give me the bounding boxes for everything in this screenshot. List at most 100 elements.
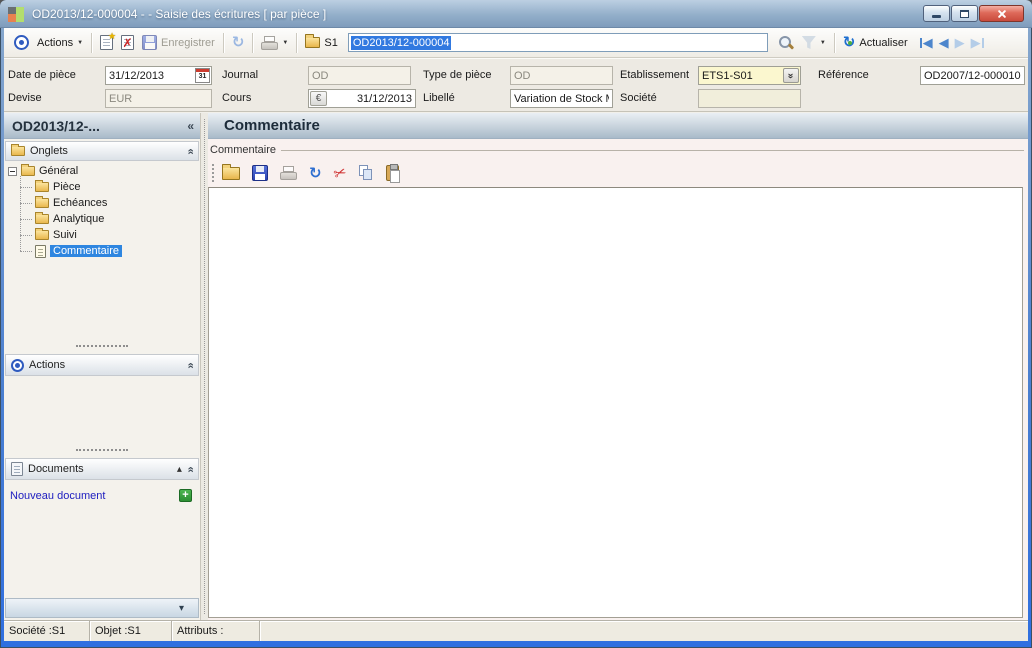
nav-first-button[interactable]: ◀ [919, 35, 933, 51]
onglets-label: Onglets [30, 145, 68, 157]
arrow-down-icon: ▾ [178, 602, 184, 614]
groupbox-legend: Commentaire [208, 139, 1028, 156]
section-onglets-header[interactable]: Onglets « [5, 141, 199, 161]
open-icon[interactable] [222, 163, 240, 180]
main-panel: Commentaire Commentaire ↻ ✂ [208, 113, 1028, 620]
folder-icon [305, 34, 321, 48]
new-button[interactable]: ★ [96, 31, 117, 52]
nav-next-icon: ▶ [954, 34, 965, 50]
printer-icon[interactable] [280, 166, 297, 180]
new-document-icon: ★ [100, 31, 116, 50]
folder-icon [35, 212, 49, 224]
status-empty [260, 621, 1028, 641]
reference-label: Référence [818, 69, 869, 81]
home-button[interactable] [10, 33, 33, 52]
documents-section-label: Documents [28, 463, 84, 475]
refresh-icon: ↻ [231, 34, 245, 51]
main-toolbar: Actions ▼ ★ ✗ Enregistrer ↻ ▼ S1 OD2013/… [4, 28, 1028, 58]
euro-icon[interactable]: € [310, 91, 327, 106]
folder-icon [35, 228, 49, 240]
minimize-button[interactable] [923, 5, 950, 22]
commentaire-groupbox: Commentaire ↻ ✂ [208, 139, 1028, 620]
journal-input: OD [308, 66, 411, 85]
window-content: Actions ▼ ★ ✗ Enregistrer ↻ ▼ S1 OD2013/… [4, 28, 1028, 641]
date-piece-input[interactable]: 31/12/2013 31 [105, 66, 212, 85]
folder-icon [11, 144, 25, 156]
maximize-button[interactable] [951, 5, 978, 22]
document-code-value: OD2013/12-000004 [350, 35, 452, 50]
sidebar-scroll-down[interactable]: ▾ [5, 598, 199, 618]
etablissement-combo[interactable]: ETS1-S01 « [698, 66, 801, 85]
save-icon [142, 35, 158, 50]
actions-menu-button[interactable]: Actions ▼ [33, 35, 87, 51]
chevron-down-icon: ▼ [77, 39, 84, 46]
combo-dropdown-button[interactable]: « [783, 68, 799, 83]
calendar-icon[interactable]: 31 [195, 68, 210, 83]
nav-last-icon: ▶ [970, 34, 981, 50]
tree-node-echeances[interactable]: Echéances [20, 195, 198, 211]
refresh-button[interactable]: ↻ [228, 33, 249, 52]
folder-icon [35, 196, 49, 208]
new-document-row: Nouveau document + [10, 489, 192, 502]
type-piece-input: OD [510, 66, 613, 85]
save-icon[interactable] [252, 165, 268, 181]
maximize-icon [960, 9, 969, 18]
save-button[interactable]: Enregistrer [138, 33, 219, 52]
separator [222, 32, 224, 53]
actualiser-button[interactable]: ↻ Actualiser [839, 33, 912, 52]
delete-button[interactable]: ✗ [117, 33, 138, 52]
nav-next-button[interactable]: ▶ [955, 35, 965, 51]
cours-input[interactable]: € 31/12/2013 [308, 89, 416, 108]
status-attributs: Attributs : [172, 621, 260, 641]
nav-last-button[interactable]: ▶ [971, 35, 984, 51]
target-icon [14, 35, 29, 50]
tree-node-commentaire[interactable]: Commentaire [20, 243, 198, 259]
app-window: OD2013/12-000004 - - Saisie des écriture… [0, 0, 1032, 648]
separator [252, 32, 254, 53]
filter-button[interactable]: ▼ [798, 34, 830, 51]
workspace: OD2013/12-... « Onglets « Général Pièce … [4, 113, 1028, 620]
app-icon [8, 6, 25, 22]
search-icon [778, 35, 794, 51]
section-actions-header[interactable]: Actions « [5, 354, 199, 376]
libelle-input[interactable]: Variation de Stock M [510, 89, 613, 108]
tree-node-label-selected: Commentaire [50, 245, 123, 257]
print-button[interactable]: ▼ [257, 34, 292, 52]
tree-node-analytique[interactable]: Analytique [20, 211, 198, 227]
paste-icon[interactable] [386, 164, 401, 183]
search-button[interactable] [774, 33, 798, 53]
societe-input[interactable] [698, 89, 801, 108]
cut-icon[interactable]: ✂ [331, 163, 349, 183]
section-splitter[interactable] [4, 345, 200, 347]
reference-input[interactable]: OD2007/12-000010 [920, 66, 1025, 85]
separator [833, 32, 835, 53]
section-documents-header[interactable]: Documents ▴ « [5, 458, 199, 480]
societe-label: Société [620, 92, 657, 104]
section-splitter[interactable] [4, 449, 200, 451]
chevron-down-icon: ▼ [282, 39, 289, 46]
actions-label: Actions [37, 36, 74, 49]
tree-node-general[interactable]: Général [8, 163, 198, 179]
collapse-sidebar-icon[interactable]: « [181, 119, 200, 133]
title-bar: OD2013/12-000004 - - Saisie des écriture… [0, 0, 1032, 28]
tree-node-suivi[interactable]: Suivi [20, 227, 198, 243]
minimize-icon [932, 15, 941, 18]
devise-label: Devise [8, 92, 42, 104]
folder-s1-button[interactable]: S1 [301, 34, 341, 51]
tree-node-label: Analytique [53, 213, 105, 225]
tree-node-label: Suivi [53, 229, 77, 241]
collapse-node-icon[interactable] [8, 166, 17, 176]
new-document-link[interactable]: Nouveau document [10, 490, 105, 502]
tree-node-label: Echéances [53, 197, 108, 209]
document-code-input[interactable]: OD2013/12-000004 [347, 33, 768, 52]
refresh-icon[interactable]: ↻ [309, 166, 322, 181]
sidebar-splitter[interactable] [201, 113, 208, 620]
tree-node-piece[interactable]: Pièce [20, 179, 198, 195]
chevron-double-down-icon: « [785, 72, 796, 79]
nav-previous-button[interactable]: ◀ [939, 35, 949, 51]
add-document-button[interactable]: + [179, 489, 192, 502]
document-icon [35, 244, 46, 258]
comment-textarea[interactable] [208, 187, 1023, 618]
copy-icon[interactable] [358, 165, 374, 181]
close-button[interactable] [979, 5, 1024, 22]
